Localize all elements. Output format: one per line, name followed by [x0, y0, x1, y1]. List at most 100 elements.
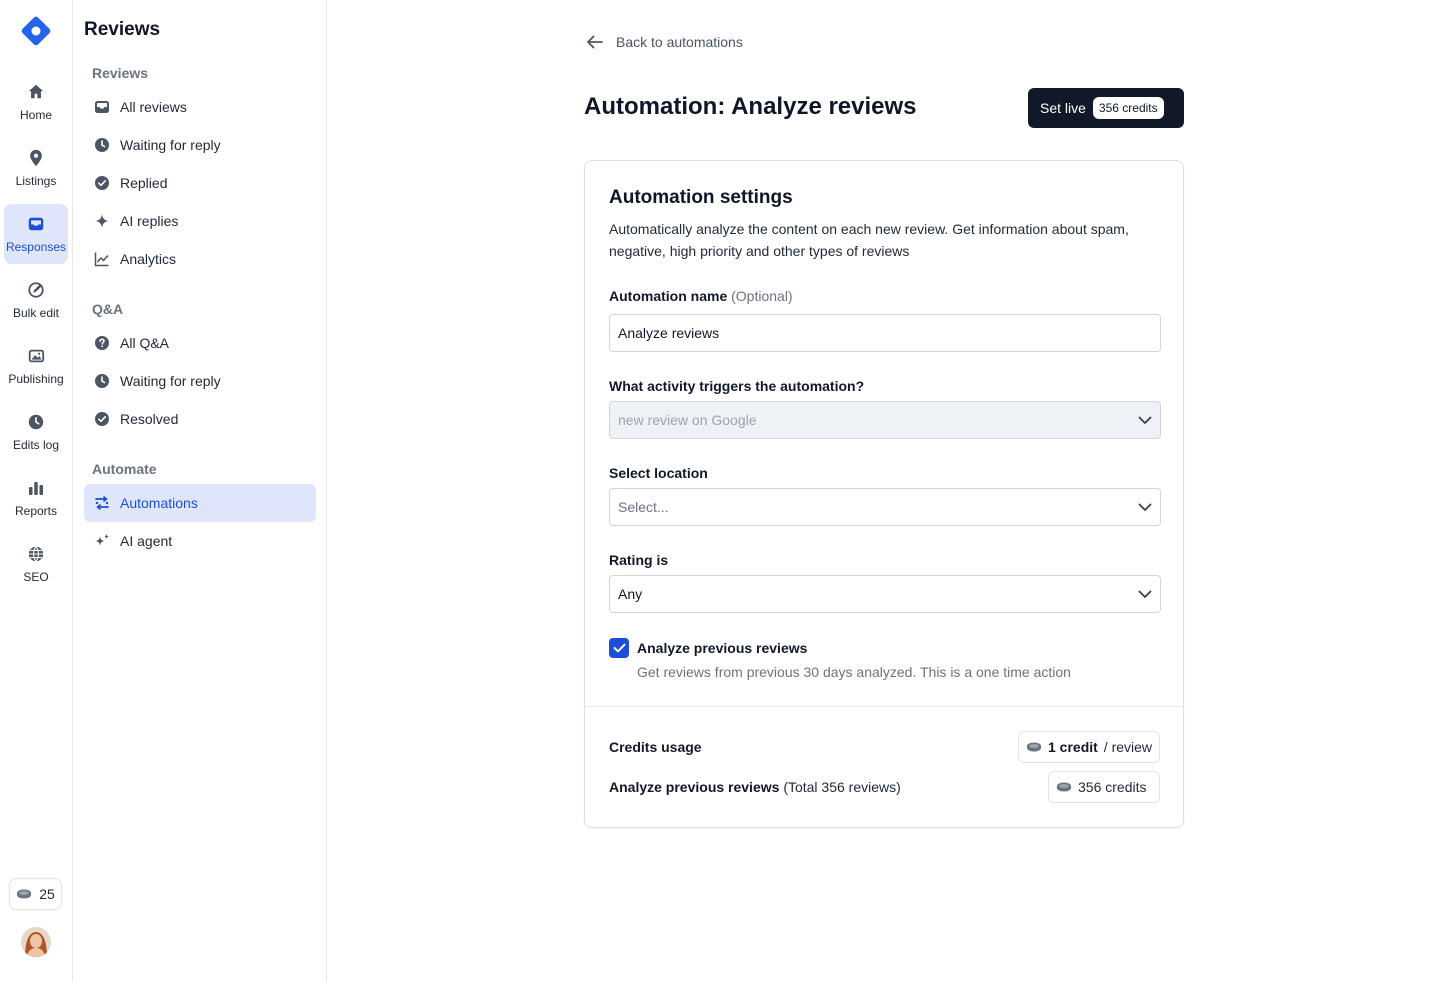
location-label: Select location: [609, 465, 708, 481]
sidebar-section-title: Automate: [92, 461, 157, 477]
sidebar-item-automations[interactable]: Automations: [84, 484, 316, 522]
reviews-sidebar: Reviews Reviews All reviews Waiting for …: [73, 0, 327, 982]
sidebar-item-label: AI replies: [120, 213, 179, 229]
previous-reviews-total: (Total 356 reviews): [783, 779, 901, 795]
clock-icon: [26, 412, 46, 432]
question-circle-icon: [94, 335, 110, 351]
rail-item-label: Publishing: [8, 372, 64, 386]
clock-icon: [94, 373, 110, 389]
bulk-edit-icon: [26, 280, 46, 300]
sidebar-item-resolved[interactable]: Resolved: [84, 400, 316, 438]
rating-label: Rating is: [609, 552, 669, 568]
rail-item-bulk-edit[interactable]: Bulk edit: [4, 270, 68, 330]
back-link-label: Back to automations: [616, 34, 743, 50]
chevron-down-icon: [1138, 590, 1152, 598]
sidebar-item-waiting-for-reply[interactable]: Waiting for reply: [84, 126, 316, 164]
coins-icon: [17, 889, 32, 899]
rail-item-label: Reports: [14, 504, 58, 518]
rating-value: Any: [618, 586, 643, 602]
sidebar-title: Reviews: [84, 19, 161, 40]
set-live-credits-badge: 356 credits: [1092, 97, 1164, 119]
sidebar-item-label: AI agent: [120, 533, 173, 549]
location-select[interactable]: Select...: [609, 488, 1161, 526]
automation-name-label: Automation name (Optional): [609, 288, 793, 304]
coins-icon: [1057, 782, 1071, 792]
sidebar-item-all-qa[interactable]: All Q&A: [84, 324, 316, 362]
line-chart-icon: [94, 251, 110, 267]
rail-item-edits-log[interactable]: Edits log: [4, 402, 68, 462]
rail-item-label: Bulk edit: [12, 306, 60, 320]
rating-select[interactable]: Any: [609, 575, 1161, 613]
previous-reviews-credits: 356 credits: [1078, 779, 1147, 795]
previous-reviews-cost-label: Analyze previous reviews (Total 356 revi…: [609, 779, 901, 795]
automation-name-value: Analyze reviews: [618, 325, 720, 341]
automation-name-label-text: Automation name: [609, 288, 728, 304]
globe-icon: [26, 544, 46, 564]
credits-usage-label: Credits usage: [609, 739, 702, 755]
sidebar-item-ai-agent[interactable]: AI agent: [84, 522, 316, 560]
set-live-button[interactable]: Set live 356 credits: [1028, 88, 1184, 128]
back-link[interactable]: Back to automations: [586, 34, 743, 50]
home-icon: [26, 82, 46, 102]
divider: [585, 706, 1183, 707]
per-review-credit-badge: 1 credit / review: [1018, 731, 1160, 763]
check-circle-icon: [94, 411, 110, 427]
rail-item-listings[interactable]: Listings: [4, 138, 68, 198]
sidebar-item-replied[interactable]: Replied: [84, 164, 316, 202]
logo-icon[interactable]: [20, 15, 52, 47]
images-icon: [26, 346, 46, 366]
sidebar-section-title: Reviews: [92, 65, 149, 81]
optional-tag: (Optional): [731, 288, 793, 304]
rail-item-label: Listings: [15, 174, 57, 188]
check-circle-icon: [94, 175, 110, 191]
trigger-value: new review on Google: [618, 412, 757, 428]
icon-rail: Home Listings Responses Bulk edit Publis…: [0, 0, 73, 982]
avatar[interactable]: [21, 927, 51, 957]
rail-item-label: Responses: [5, 240, 67, 254]
sparkles-icon: [94, 533, 110, 549]
automations-icon: [94, 495, 110, 511]
bar-chart-icon: [26, 478, 46, 498]
coins-icon: [1027, 742, 1041, 752]
card-description: Automatically analyze the content on eac…: [609, 221, 1129, 259]
analyze-previous-checkbox[interactable]: [609, 638, 629, 658]
inbox-icon: [94, 99, 110, 115]
credits-balance[interactable]: 25: [9, 878, 62, 910]
rail-item-label: Home: [19, 108, 52, 122]
map-pin-icon: [26, 148, 46, 168]
rail-item-reports[interactable]: Reports: [4, 468, 68, 528]
analyze-previous-help: Get reviews from previous 30 days analyz…: [637, 664, 1071, 680]
sidebar-item-label: Automations: [120, 495, 198, 511]
rail-item-seo[interactable]: SEO: [4, 534, 68, 594]
rail-item-label: SEO: [23, 570, 49, 584]
automation-name-input[interactable]: Analyze reviews: [609, 314, 1161, 352]
rail-item-home[interactable]: Home: [4, 72, 68, 132]
sidebar-section-title: Q&A: [92, 301, 124, 317]
sidebar-item-analytics[interactable]: Analytics: [84, 240, 316, 278]
sidebar-item-ai-replies[interactable]: AI replies: [84, 202, 316, 240]
arrow-left-icon: [587, 35, 603, 49]
location-placeholder: Select...: [618, 499, 669, 515]
trigger-label: What activity triggers the automation?: [609, 378, 865, 394]
chevron-down-icon: [1138, 503, 1152, 511]
per-review-suffix: / review: [1103, 739, 1153, 755]
rail-item-label: Edits log: [12, 438, 60, 452]
sidebar-item-label: Analytics: [120, 251, 177, 267]
rail-item-responses[interactable]: Responses: [4, 204, 68, 264]
sidebar-item-label: Resolved: [120, 411, 179, 427]
page-title: Automation: Analyze reviews: [584, 93, 917, 120]
inbox-icon: [26, 214, 46, 234]
previous-reviews-credit-badge: 356 credits: [1048, 771, 1160, 803]
checkmark-icon: [613, 643, 625, 653]
sidebar-item-label: Waiting for reply: [120, 373, 221, 389]
sidebar-item-qa-waiting-for-reply[interactable]: Waiting for reply: [84, 362, 316, 400]
rail-item-publishing[interactable]: Publishing: [4, 336, 68, 396]
sidebar-item-label: All Q&A: [120, 335, 170, 351]
analyze-previous-label: Analyze previous reviews: [637, 640, 808, 656]
set-live-label: Set live: [1040, 100, 1086, 116]
sidebar-item-label: Replied: [120, 175, 168, 191]
automation-settings-card: Automation settings Automatically analyz…: [584, 160, 1184, 828]
sparkle-icon: [94, 213, 110, 229]
sidebar-item-all-reviews[interactable]: All reviews: [84, 88, 316, 126]
chevron-down-icon: [1138, 416, 1152, 424]
